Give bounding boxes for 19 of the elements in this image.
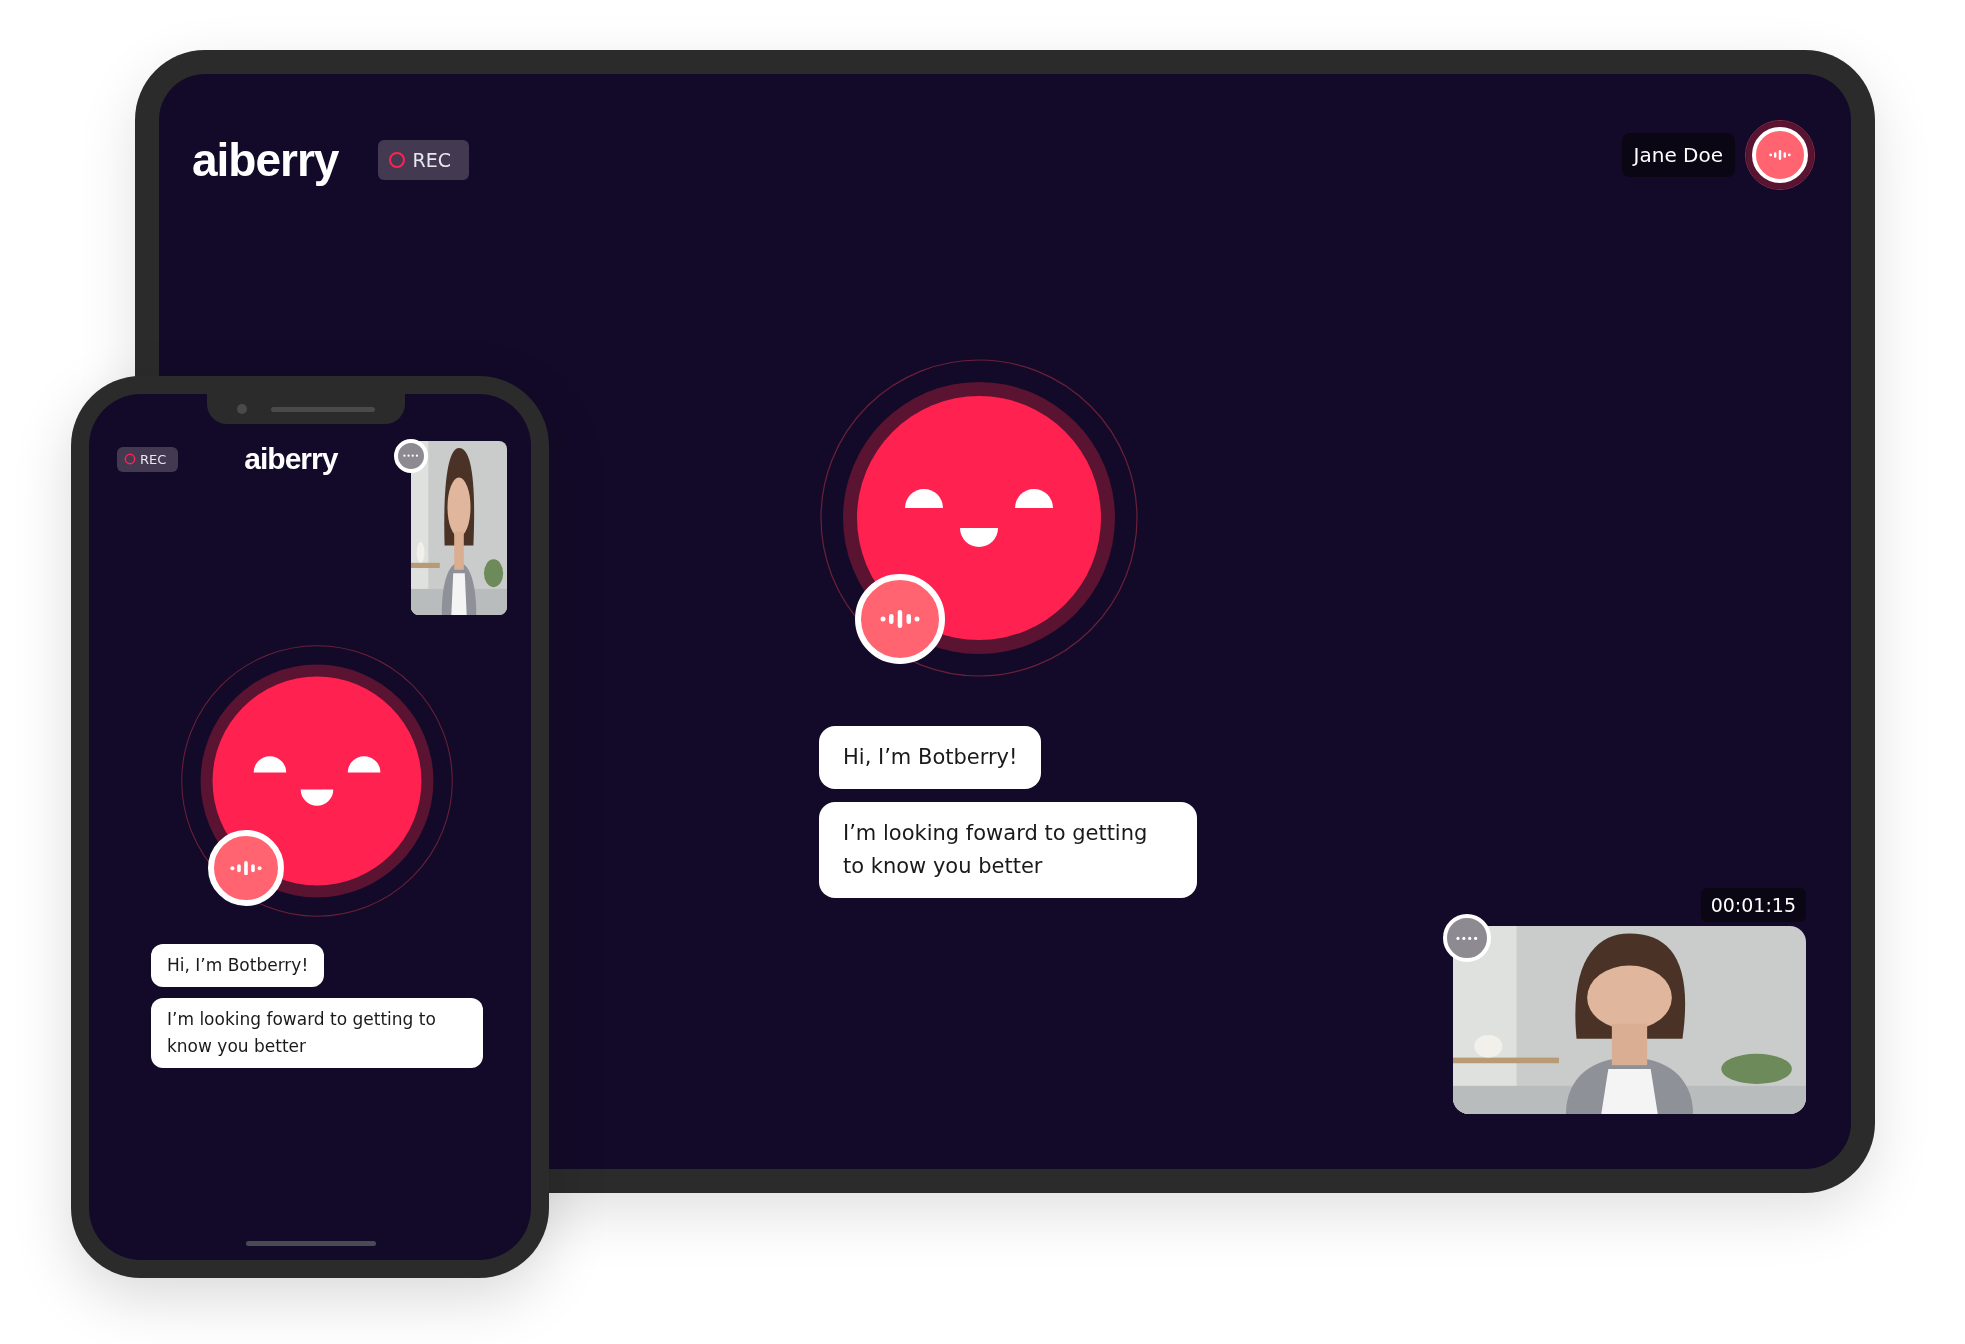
more-icon <box>403 454 419 458</box>
record-icon <box>388 151 407 169</box>
sound-wave-icon <box>880 610 920 628</box>
more-icon <box>1456 935 1478 941</box>
more-button[interactable] <box>1443 914 1491 962</box>
sound-wave-icon <box>230 860 262 876</box>
logo: aiberry <box>192 133 339 187</box>
record-label: REC <box>412 149 451 171</box>
record-icon <box>124 453 136 465</box>
chat-bubble: I’m looking foward to getting to know you better <box>819 802 1197 898</box>
logo: aiberry <box>244 442 338 476</box>
chat-bubble: Hi, I’m Botberry! <box>151 944 325 987</box>
sound-wave-icon <box>1769 150 1791 160</box>
user-name: Jane Doe <box>1621 133 1735 177</box>
chat-bubble: Hi, I’m Botberry! <box>819 726 1042 789</box>
record-label: REC <box>140 451 167 467</box>
call-timer: 00:01:15 <box>1700 888 1806 922</box>
chat-bubble: I’m looking foward to getting to know you better <box>151 998 483 1068</box>
more-button[interactable] <box>394 439 428 473</box>
